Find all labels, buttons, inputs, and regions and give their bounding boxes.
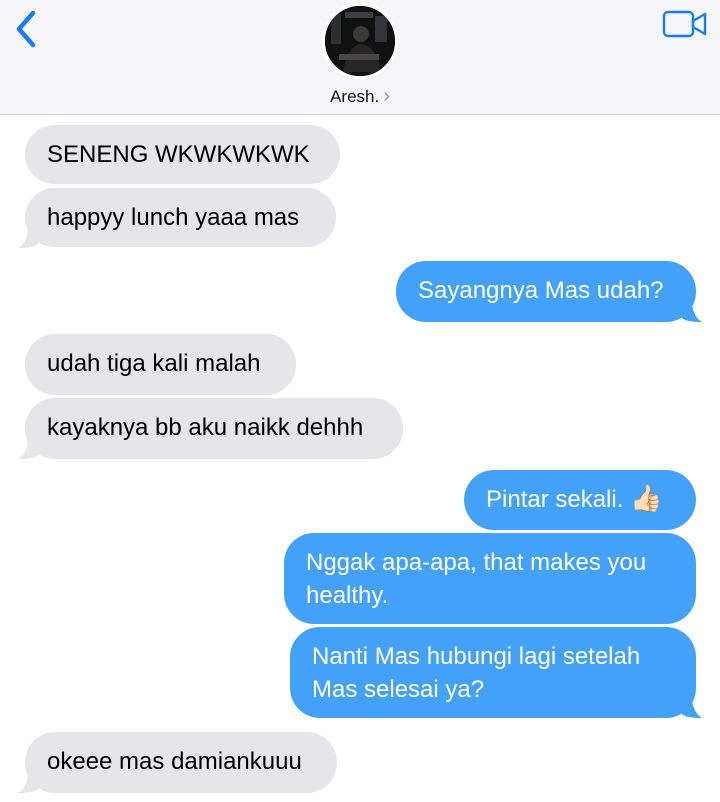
message-bubble-received[interactable]: happyy lunch yaaa mas (25, 188, 336, 247)
message-text: Nggak apa-apa, that makes you healthy. (306, 549, 647, 609)
message-text: happyy lunch yaaa mas (47, 204, 300, 231)
message-text: udah tiga kali malah (47, 350, 261, 377)
video-camera-icon (662, 10, 707, 38)
message-bubble-received[interactable]: kayaknya bb aku naikk dehhh (25, 398, 403, 459)
message-text: SENENG WKWKWKWK (47, 141, 310, 168)
message-text: Nanti Mas hubungi lagi setelah Mas seles… (312, 643, 641, 703)
contact-name: Aresh. (330, 87, 380, 106)
message-bubble-received[interactable]: SENENG WKWKWKWK (25, 125, 340, 184)
chevron-left-icon (16, 10, 36, 48)
bubble-tail (682, 300, 702, 322)
avatar-photo (325, 6, 395, 76)
message-bubble-sent[interactable]: Pintar sekali. 👍🏻 (464, 470, 696, 530)
message-bubble-sent[interactable]: Nanti Mas hubungi lagi setelah Mas seles… (290, 627, 696, 718)
contact-name-row[interactable]: Aresh. › (0, 86, 720, 108)
video-call-button[interactable] (661, 8, 709, 40)
message-bubble-sent[interactable]: Sayangnya Mas udah? (396, 261, 696, 322)
message-text: kayaknya bb aku naikk dehhh (47, 414, 364, 441)
message-text: okeee mas damiankuuu (47, 748, 302, 775)
bubble-tail (682, 696, 702, 718)
message-text: Sayangnya Mas udah? (418, 277, 664, 304)
message-bubble-received[interactable]: udah tiga kali malah (25, 334, 296, 395)
thumbs-up-icon: 👍🏻 (630, 484, 663, 514)
contact-avatar[interactable] (322, 3, 398, 79)
back-button[interactable] (10, 8, 42, 50)
bubble-tail (18, 226, 38, 248)
message-bubble-sent[interactable]: Nggak apa-apa, that makes you healthy. (284, 533, 696, 624)
message-bubble-received[interactable]: okeee mas damiankuuu (25, 732, 337, 793)
conversation-header: Aresh. › (0, 0, 720, 115)
message-text: Pintar sekali. (486, 486, 624, 513)
bubble-tail (18, 771, 38, 793)
chevron-right-icon: › (383, 85, 390, 107)
bubble-tail (18, 437, 38, 459)
